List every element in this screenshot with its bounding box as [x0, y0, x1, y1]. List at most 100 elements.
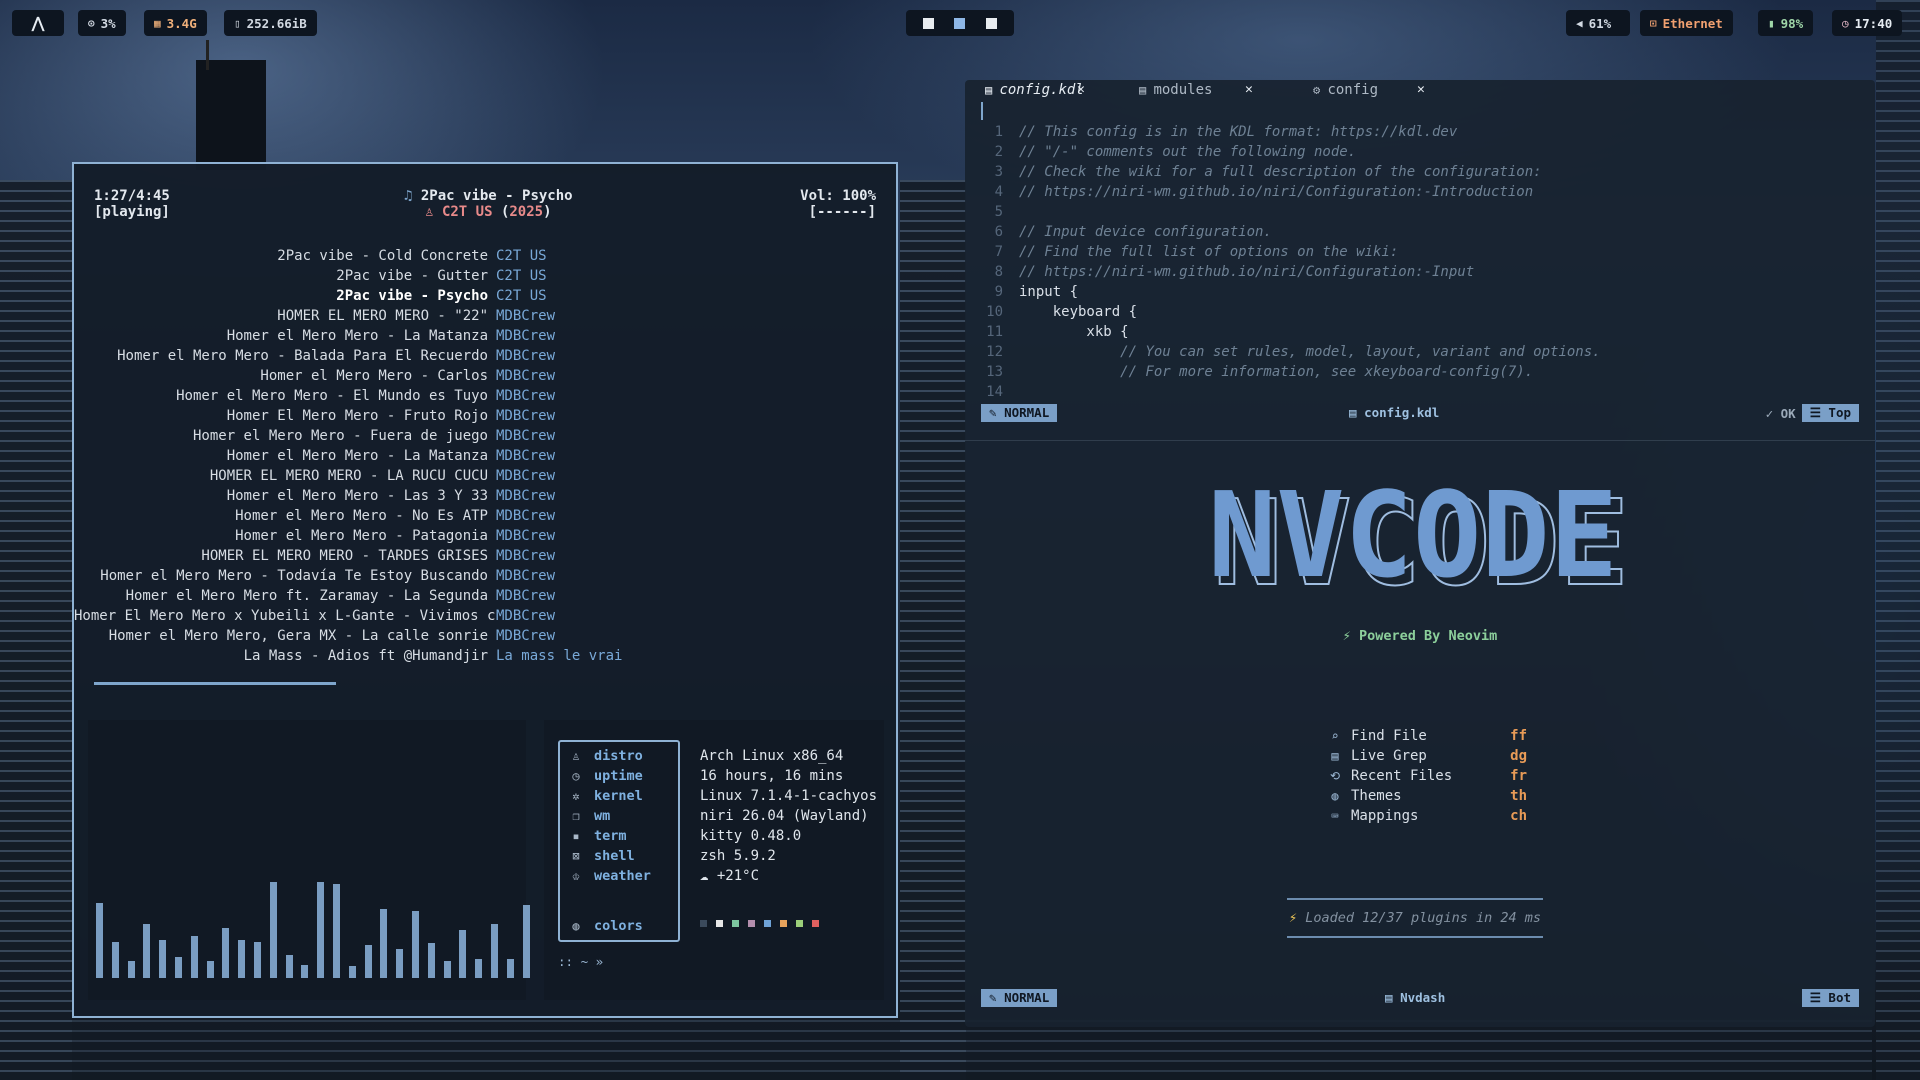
playlist: 2Pac vibe - Cold Concrete C2T US 2Pac vibe… — [74, 246, 900, 666]
workspace-2[interactable] — [954, 17, 966, 29]
visualizer-bar — [238, 939, 246, 978]
track-title: Homer el Mero Mero - La Matanza — [226, 448, 488, 464]
tab-1[interactable]: ▤ modules — [1139, 80, 1212, 100]
scroll-position: ☰ Top — [1801, 404, 1859, 422]
music-player-window[interactable]: 1:27/4:45 [playing] ♫ 2Pac vibe - Psycho… — [72, 162, 898, 1018]
playlist-row[interactable]: 2Pac vibe - Psycho C2T US — [74, 286, 900, 306]
menu-item-th[interactable]: ◍ Themes th — [1327, 786, 1527, 806]
playlist-row[interactable]: Homer el Mero Mero - La Matanza MDBCrew — [74, 326, 900, 346]
code-line[interactable]: 13 // For more information, see xkeyboar… — [979, 362, 1859, 382]
code-line[interactable]: 5 — [979, 202, 1859, 222]
mode-indicator: ✎ NORMAL — [981, 404, 1058, 422]
disk-indicator[interactable]: ▯ 252.66iB — [224, 10, 317, 36]
line-number: 10 — [986, 304, 1003, 320]
playlist-row[interactable]: 2Pac vibe - Cold Concrete C2T US — [74, 246, 900, 266]
workspace-3[interactable] — [985, 17, 997, 29]
playlist-row[interactable]: Homer el Mero Mero - No Es ATP MDBCrew — [74, 506, 900, 526]
battery-indicator[interactable]: ▮ 98% — [1758, 10, 1814, 36]
code-line[interactable]: 7 // Find the full list of options on the… — [979, 242, 1859, 262]
playlist-row[interactable]: Homer el Mero Mero, Gera MX - La calle s… — [74, 626, 900, 646]
code-line[interactable]: 9 input { — [979, 282, 1859, 302]
playlist-row[interactable]: Homer El Mero Mero x Yubeili x L-Gante -… — [74, 606, 900, 626]
line-text: // This config is in the KDL format: htt… — [1019, 124, 1458, 140]
playlist-row[interactable]: Homer el Mero Mero - La Matanza MDBCrew — [74, 446, 900, 466]
info-value: zsh 5.9.2 — [700, 848, 776, 864]
playlist-row[interactable]: Homer el Mero Mero - El Mundo es Tuyo MDB… — [74, 386, 900, 406]
workspace-1[interactable] — [923, 17, 935, 29]
neovim-window[interactable]: ▤ config.kdl ✕ ▤ modules ✕ ⚙ config ✕ 1// Thi… — [965, 80, 1875, 1027]
code-line[interactable]: 1 // This config is in the KDL format: ht… — [979, 122, 1859, 142]
playlist-row[interactable]: Homer el Mero Mero - Balada Para El Recu… — [74, 346, 900, 366]
keyboard-icon: ⌨ — [1331, 809, 1339, 823]
menu-item-dg[interactable]: ▤ Live Grep dg — [1327, 746, 1527, 766]
memory-icon: ▦ — [154, 16, 161, 30]
line-number: 2 — [994, 144, 1003, 160]
playlist-row[interactable]: 2Pac vibe - Gutter C2T US — [74, 266, 900, 286]
launcher-button[interactable]: ⋀ — [12, 10, 64, 36]
volume-indicator[interactable]: ◀ 61% — [1566, 10, 1630, 36]
playlist-row[interactable]: HOMER EL MERO MERO - LA RUCU CUCU MDBCrew — [74, 466, 900, 486]
clock[interactable]: ◷ 17:40 — [1832, 10, 1903, 36]
menu-shortcut: dg — [1510, 748, 1527, 764]
close-tab-icon[interactable]: ✕ — [1077, 80, 1085, 100]
track-artist: C2T US — [496, 248, 547, 264]
now-playing-year: 2025 — [509, 204, 544, 220]
playlist-row[interactable]: Homer el Mero Mero - Patagonia MDBCrew — [74, 526, 900, 546]
code-line[interactable]: 3 // Check the wiki for a full descriptio… — [979, 162, 1859, 182]
playlist-row[interactable]: Homer el Mero Mero - Todavía Te Estoy Bu… — [74, 566, 900, 586]
playlist-row[interactable]: Homer el Mero Mero - Fuera de juego MDBCr… — [74, 426, 900, 446]
line-text: // Check the wiki for a full description… — [1019, 164, 1542, 180]
cpu-indicator[interactable]: ⊙ 3% — [78, 10, 126, 36]
visualizer-bar — [190, 935, 198, 978]
code-line[interactable]: 14 — [979, 382, 1859, 402]
line-number: 14 — [986, 384, 1003, 400]
ethernet-icon: ⊡ — [1650, 16, 1657, 30]
code-line[interactable]: 12 // You can set rules, model, layout, … — [979, 342, 1859, 362]
playlist-row[interactable]: HOMER EL MERO MERO - "22" MDBCrew — [74, 306, 900, 326]
code-line[interactable]: 2 // "/-" comments out the following node… — [979, 142, 1859, 162]
color-swatch — [716, 920, 723, 927]
track-title: Homer el Mero Mero - El Mundo es Tuyo — [176, 388, 488, 404]
music-note-icon: ♫ — [404, 188, 413, 204]
playlist-row[interactable]: Homer el Mero Mero - Las 3 Y 33 MDBCrew — [74, 486, 900, 506]
track-artist: MDBCrew — [496, 568, 556, 584]
tab-0[interactable]: ▤ config.kdl — [985, 80, 1084, 100]
menu-item-ff[interactable]: ⌕ Find File ff — [1327, 726, 1527, 746]
playlist-row[interactable]: Homer el Mero Mero ft. Zaramay - La Segu… — [74, 586, 900, 606]
progress-bar[interactable] — [94, 682, 336, 685]
track-artist: C2T US — [496, 288, 547, 304]
network-indicator[interactable]: ⊡ Ethernet — [1640, 10, 1733, 36]
menu-label: Mappings — [1351, 808, 1419, 824]
track-title: 2Pac vibe - Cold Concrete — [277, 248, 488, 264]
code-line[interactable]: 6 // Input device configuration. — [979, 222, 1859, 242]
visualizer-bar — [206, 960, 214, 978]
menu-item-fr[interactable]: ⟲ Recent Files fr — [1327, 766, 1527, 786]
artist-icon: ♙ — [425, 204, 434, 220]
line-number: 8 — [994, 264, 1003, 280]
track-artist: MDBCrew — [496, 408, 556, 424]
menu-item-ch[interactable]: ⌨ Mappings ch — [1327, 806, 1527, 826]
shell-prompt[interactable]: :: ~ » — [558, 954, 603, 969]
playlist-row[interactable]: HOMER EL MERO MERO - TARDES GRISES MDBCre… — [74, 546, 900, 566]
close-tab-icon[interactable]: ✕ — [1417, 80, 1425, 100]
tab-2[interactable]: ⚙ config — [1313, 80, 1378, 100]
now-playing-artist: C2T US — [441, 204, 493, 220]
code-line[interactable]: 4 // https://niri-wm.github.io/niri/Confi… — [979, 182, 1859, 202]
code-line[interactable]: 10 keyboard { — [979, 302, 1859, 322]
info-key: uptime — [594, 768, 643, 784]
code-line[interactable]: 11 xkb { — [979, 322, 1859, 342]
playlist-row[interactable]: Homer El Mero Mero - Fruto Rojo MDBCrew — [74, 406, 900, 426]
line-number: 13 — [986, 364, 1003, 380]
code-buffer[interactable]: 1 // This config is in the KDL format: ht… — [979, 122, 1859, 402]
playlist-row[interactable]: Homer el Mero Mero - Carlos MDBCrew — [74, 366, 900, 386]
pencil-icon: ✎ — [989, 990, 997, 1005]
statusline-file: ▤ config.kdl — [1349, 405, 1440, 420]
line-text: // "/-" comments out the following node. — [1019, 144, 1357, 160]
clock-icon: ◷ — [572, 769, 580, 783]
ram-indicator[interactable]: ▦ 3.4G — [144, 10, 207, 36]
playlist-row[interactable]: La Mass - Adios ft @Humandjir La mass le … — [74, 646, 900, 666]
code-line[interactable]: 8 // https://niri-wm.github.io/niri/Confi… — [979, 262, 1859, 282]
visualizer-bar — [285, 954, 293, 978]
statusline-file-2: ▤ Nvdash — [1385, 990, 1446, 1005]
close-tab-icon[interactable]: ✕ — [1245, 80, 1253, 100]
